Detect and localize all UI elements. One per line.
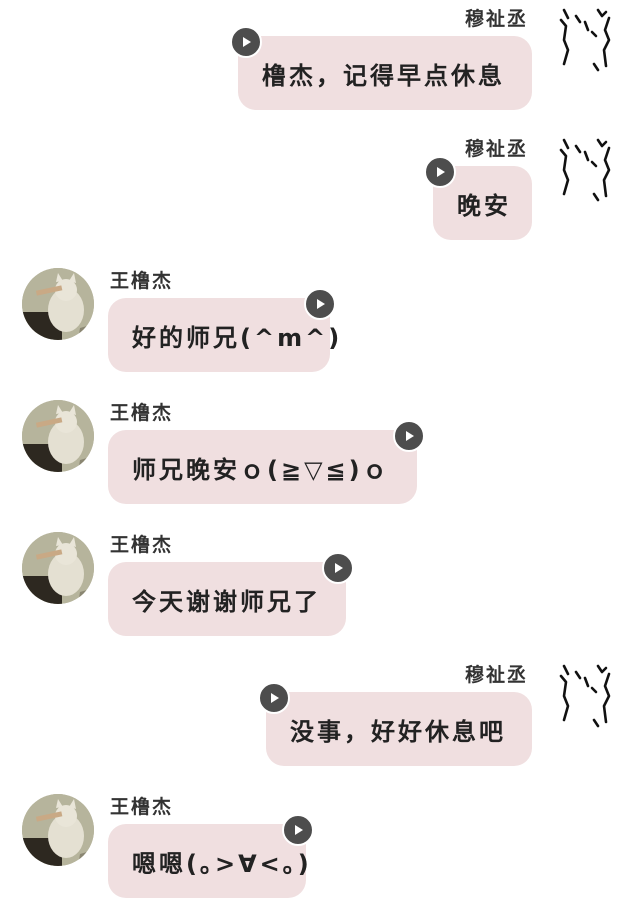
sender-name: 王橹杰 bbox=[110, 796, 174, 818]
message-text: 晚安 bbox=[457, 191, 511, 220]
play-button[interactable] bbox=[322, 552, 354, 584]
play-icon bbox=[437, 167, 445, 177]
sender-name: 王橹杰 bbox=[110, 270, 174, 292]
sender-name: 穆祉丞 bbox=[464, 8, 528, 30]
message-text: 没事，好好休息吧 bbox=[290, 717, 506, 746]
cat-photo-avatar[interactable] bbox=[22, 794, 94, 866]
message-row-left: 王橹杰 嗯嗯(｡>∀<｡) bbox=[0, 792, 640, 902]
message-text: 好的师兄(^m^) bbox=[132, 323, 343, 352]
message-row-right: 穆祉丞 没事，好好休息吧 bbox=[0, 660, 640, 770]
voice-message-bubble[interactable]: 没事，好好休息吧 bbox=[266, 692, 532, 766]
sender-name: 穆祉丞 bbox=[464, 664, 528, 686]
doodle-cat-icon[interactable] bbox=[554, 136, 620, 208]
play-icon bbox=[406, 431, 414, 441]
message-row-right: 穆祉丞 橹杰，记得早点休息 bbox=[0, 4, 640, 114]
play-icon bbox=[271, 693, 279, 703]
message-text: 今天谢谢师兄了 bbox=[132, 587, 321, 616]
message-text: 师兄晚安ｏ(≧▽≦)ｏ bbox=[132, 455, 390, 484]
doodle-cat-icon[interactable] bbox=[554, 662, 620, 734]
play-button[interactable] bbox=[424, 156, 456, 188]
play-button[interactable] bbox=[258, 682, 290, 714]
doodle-cat-icon[interactable] bbox=[554, 6, 620, 78]
play-icon bbox=[335, 563, 343, 573]
play-button[interactable] bbox=[230, 26, 262, 58]
sender-name: 王橹杰 bbox=[110, 534, 174, 556]
play-button[interactable] bbox=[282, 814, 314, 846]
play-button[interactable] bbox=[393, 420, 425, 452]
voice-message-bubble[interactable]: 好的师兄(^m^) bbox=[108, 298, 339, 372]
cat-photo-avatar[interactable] bbox=[22, 532, 94, 604]
play-icon bbox=[243, 37, 251, 47]
cat-photo-avatar[interactable] bbox=[22, 400, 94, 472]
message-row-right: 穆祉丞 晚安 bbox=[0, 134, 640, 244]
voice-message-bubble[interactable]: 橹杰，记得早点休息 bbox=[238, 36, 532, 110]
play-button[interactable] bbox=[304, 288, 336, 320]
voice-message-bubble[interactable]: 师兄晚安ｏ(≧▽≦)ｏ bbox=[108, 430, 417, 504]
message-row-left: 王橹杰 师兄晚安ｏ(≧▽≦)ｏ bbox=[0, 398, 640, 508]
sender-name: 穆祉丞 bbox=[464, 138, 528, 160]
voice-message-bubble[interactable]: 嗯嗯(｡>∀<｡) bbox=[108, 824, 309, 898]
sender-name: 王橹杰 bbox=[110, 402, 174, 424]
cat-photo-avatar[interactable] bbox=[22, 268, 94, 340]
message-row-left: 王橹杰 好的师兄(^m^) bbox=[0, 266, 640, 376]
message-text: 嗯嗯(｡>∀<｡) bbox=[132, 849, 312, 878]
play-icon bbox=[295, 825, 303, 835]
message-text: 橹杰，记得早点休息 bbox=[262, 61, 505, 90]
voice-message-bubble[interactable]: 今天谢谢师兄了 bbox=[108, 562, 346, 636]
play-icon bbox=[317, 299, 325, 309]
message-row-left: 王橹杰 今天谢谢师兄了 bbox=[0, 530, 640, 640]
